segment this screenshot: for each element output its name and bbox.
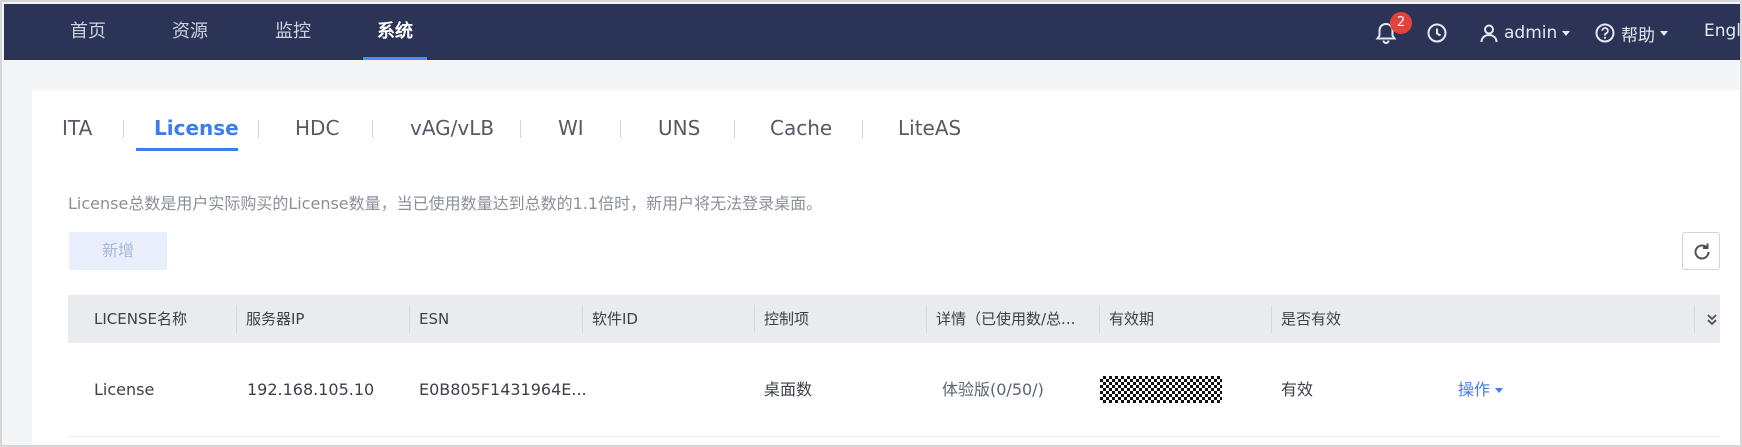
tab-cache[interactable]: Cache <box>770 116 832 146</box>
cell-is-valid: 有效 <box>1281 380 1314 399</box>
table-header: LICENSE名称 服务器IP ESN 软件ID 控制项 详情（已使用数/总..… <box>68 295 1720 343</box>
tab-divider <box>862 120 863 138</box>
tab-divider <box>734 120 735 138</box>
double-chevron-down-icon[interactable] <box>1704 309 1720 329</box>
tab-uns[interactable]: UNS <box>658 116 700 146</box>
tab-liteas[interactable]: LiteAS <box>898 116 961 146</box>
cell-server-ip: 192.168.105.10 <box>247 380 375 399</box>
column-divider <box>236 305 237 333</box>
column-header-is-valid[interactable]: 是否有效 <box>1281 295 1341 343</box>
chevron-down-icon <box>1562 30 1571 36</box>
column-header-esn[interactable]: ESN <box>419 295 449 343</box>
tab-divider <box>372 120 373 138</box>
column-divider <box>1694 305 1695 333</box>
column-divider <box>926 305 927 333</box>
license-notice: License总数是用户实际购买的License数量，当已使用数量达到总数的1.… <box>68 194 823 213</box>
column-divider <box>582 305 583 333</box>
cell-detail: 体验版(0/50/) <box>942 380 1044 399</box>
user-icon <box>1480 24 1498 43</box>
redacted-validity-period <box>1100 376 1222 403</box>
tab-license[interactable]: License <box>154 116 239 146</box>
column-header-validity-period[interactable]: 有效期 <box>1109 295 1154 343</box>
refresh-icon <box>1694 243 1710 260</box>
column-header-server-ip[interactable]: 服务器IP <box>246 295 304 343</box>
tab-divider <box>520 120 521 138</box>
clock-icon[interactable] <box>1424 20 1450 46</box>
app-frame: 首页 资源 监控 系统 2 admin 帮助 Engl ITA License … <box>0 0 1742 447</box>
refresh-button[interactable] <box>1682 232 1720 270</box>
operation-dropdown[interactable]: 操作 <box>1458 343 1504 437</box>
nav-item-monitor[interactable]: 监控 <box>275 4 311 60</box>
tab-divider <box>123 120 124 138</box>
nav-item-home[interactable]: 首页 <box>70 4 106 60</box>
tab-hdc[interactable]: HDC <box>295 116 339 146</box>
nav-item-system[interactable]: 系统 <box>363 4 427 60</box>
tab-divider <box>258 120 259 138</box>
cell-license-name: License <box>94 380 155 399</box>
column-header-detail[interactable]: 详情（已使用数/总... <box>936 295 1075 343</box>
column-header-software-id[interactable]: 软件ID <box>592 295 638 343</box>
column-divider <box>1099 305 1100 333</box>
cell-esn: E0B805F1431964E... <box>419 380 587 399</box>
add-button[interactable]: 新增 <box>69 232 167 270</box>
cell-control: 桌面数 <box>764 380 813 399</box>
top-nav: 首页 资源 监控 系统 2 admin 帮助 Engl <box>4 4 1740 60</box>
help-label: 帮助 <box>1621 25 1655 46</box>
table-row: License 192.168.105.10 E0B805F1431964E..… <box>68 343 1720 437</box>
user-menu[interactable]: admin <box>1478 21 1571 45</box>
help-menu[interactable]: 帮助 <box>1594 21 1668 46</box>
help-icon <box>1595 23 1615 43</box>
column-divider <box>409 305 410 333</box>
chevron-down-icon <box>1660 30 1668 36</box>
column-header-license-name[interactable]: LICENSE名称 <box>94 295 187 343</box>
column-divider <box>1271 305 1272 333</box>
column-divider <box>754 305 755 333</box>
caret-down-icon <box>1495 388 1504 393</box>
tab-wi[interactable]: WI <box>558 116 584 146</box>
user-name: admin <box>1504 23 1558 43</box>
main-card: ITA License HDC vAG/vLB WI UNS Cache Lit… <box>32 90 1740 445</box>
column-header-control[interactable]: 控制项 <box>764 295 809 343</box>
tab-vag-vlb[interactable]: vAG/vLB <box>410 116 494 146</box>
operation-label: 操作 <box>1458 380 1491 399</box>
nav-item-resources[interactable]: 资源 <box>172 4 208 60</box>
notification-badge: 2 <box>1390 12 1412 34</box>
tab-ita[interactable]: ITA <box>62 116 92 146</box>
language-switch[interactable]: English <box>1704 21 1740 41</box>
active-tab-indicator <box>136 148 238 151</box>
tab-divider <box>620 120 621 138</box>
